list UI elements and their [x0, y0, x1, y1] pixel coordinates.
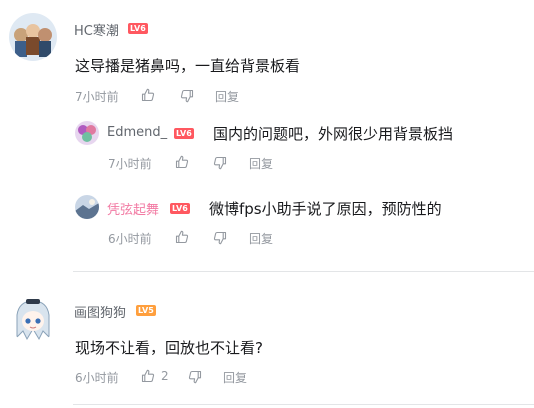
avatar[interactable]	[75, 121, 99, 145]
username[interactable]: Edmend_	[107, 125, 167, 140]
level-badge: LV6	[170, 203, 190, 214]
level-badge: LV6	[174, 128, 194, 139]
avatar[interactable]	[9, 13, 57, 61]
reply-button[interactable]: 回复	[249, 155, 273, 172]
comment-text: 这导播是猪鼻吗，一直给背景板看	[75, 57, 301, 75]
avatar[interactable]	[75, 195, 99, 219]
like-icon[interactable]	[141, 369, 155, 383]
reply-text: 国内的问题吧，外网很少用背景板挡	[213, 125, 454, 143]
reply-time: 7小时前	[108, 157, 152, 171]
dislike-icon[interactable]	[180, 89, 194, 103]
reply-button[interactable]: 回复	[223, 369, 247, 386]
username[interactable]: 画图狗狗	[74, 302, 126, 321]
level-badge: LV6	[128, 23, 148, 34]
like-icon[interactable]	[175, 230, 189, 244]
reply-button[interactable]: 回复	[215, 88, 239, 105]
comment-text: 现场不让看，回放也不让看?	[75, 339, 263, 357]
dislike-icon[interactable]	[213, 156, 227, 170]
reply-time: 6小时前	[108, 232, 152, 246]
like-icon[interactable]	[141, 88, 155, 102]
reply-text: 微博fps小助手说了原因，预防性的	[209, 200, 442, 218]
divider	[73, 404, 534, 405]
username[interactable]: HC寒潮	[74, 20, 119, 39]
comment-time: 6小时前	[75, 371, 119, 385]
like-icon[interactable]	[175, 155, 189, 169]
dislike-icon[interactable]	[213, 231, 227, 245]
dislike-icon[interactable]	[188, 370, 202, 384]
divider	[73, 271, 534, 272]
level-badge: LV5	[136, 305, 156, 316]
avatar[interactable]	[9, 295, 57, 343]
reply-button[interactable]: 回复	[249, 230, 273, 247]
username[interactable]: 凭弦起舞	[107, 199, 159, 218]
like-count: 2	[161, 369, 169, 383]
comment-time: 7小时前	[75, 90, 119, 104]
